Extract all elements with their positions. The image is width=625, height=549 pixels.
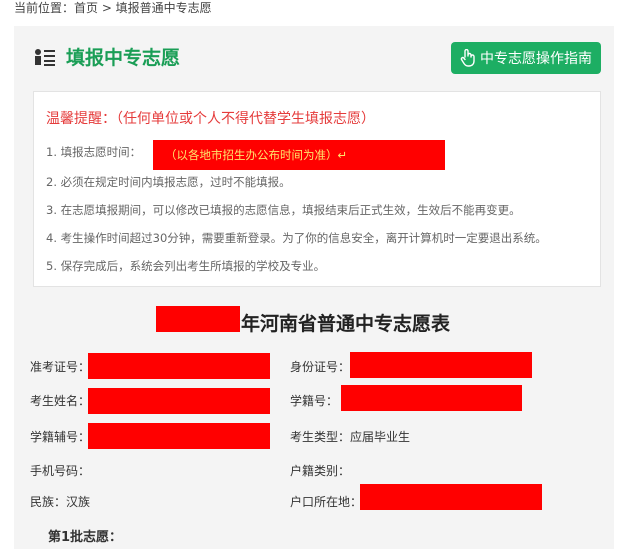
id-number-value [350,352,532,378]
page-title: 填报中专志愿 [66,47,181,69]
tip-item-4: 4. 考生操作时间超过30分钟，需要重新登录。为了你的信息安全，离开计算机时一定… [46,231,547,245]
page-header: 填报中专志愿 [34,43,180,70]
aux-student-id-label: 学籍辅号： [30,430,91,444]
student-name-value [88,388,270,414]
id-number-label: 身份证号： [290,360,351,374]
main-panel: 填报中专志愿 中专志愿操作指南 温馨提醒：（任何单位或个人不得代替学生填报志愿）… [14,26,614,549]
tips-heading: 温馨提醒：（任何单位或个人不得代替学生填报志愿） [46,111,375,127]
aux-student-id-value [88,423,270,449]
phone-label: 手机号码： [30,464,91,478]
tip-item-3: 3. 在志愿填报期间，可以修改已填报的志愿信息，填报结束后正式生效，生效后不能再… [46,203,521,217]
list-icon [35,48,55,66]
residence-label: 户口所在地： [290,495,363,509]
breadcrumb: 当前位置：首页 > 填报普通中专志愿 [14,1,212,15]
guide-button-label: 中专志愿操作指南 [480,51,592,67]
form-title: 年河南省普通中专志愿表 [241,313,451,335]
batch-1-label: 第1批志愿： [48,530,123,545]
household-type-label: 户籍类别： [290,464,351,478]
tip-item-5: 5. 保存完成后，系统会列出考生所填报的学校及专业。 [46,259,326,273]
student-id-value [341,385,522,411]
operation-guide-button[interactable]: 中专志愿操作指南 [451,42,601,74]
tip-item-1: 1. 填报志愿时间： （以各地市招生办公布时间为准）↵ [46,140,445,170]
exam-number-label: 准考证号： [30,360,91,374]
residence-value [360,484,542,510]
time-highlight: （以各地市招生办公布时间为准）↵ [153,140,445,170]
tip-item-2: 2. 必须在规定时间内填报志愿，过时不能填报。 [46,175,291,189]
candidate-type-label: 考生类型：应届毕业生 [290,430,411,444]
student-name-label: 考生姓名： [30,394,91,408]
tip-item-1-text: 1. 填报志愿时间： [46,145,142,159]
exam-number-value [88,353,270,379]
year-redaction [156,306,240,332]
ethnicity-label: 民族：汉族 [30,495,91,509]
student-id-label: 学籍号： [290,394,339,408]
tips-box: 温馨提醒：（任何单位或个人不得代替学生填报志愿） 1. 填报志愿时间： （以各地… [33,91,601,287]
hand-pointer-icon [460,49,475,67]
